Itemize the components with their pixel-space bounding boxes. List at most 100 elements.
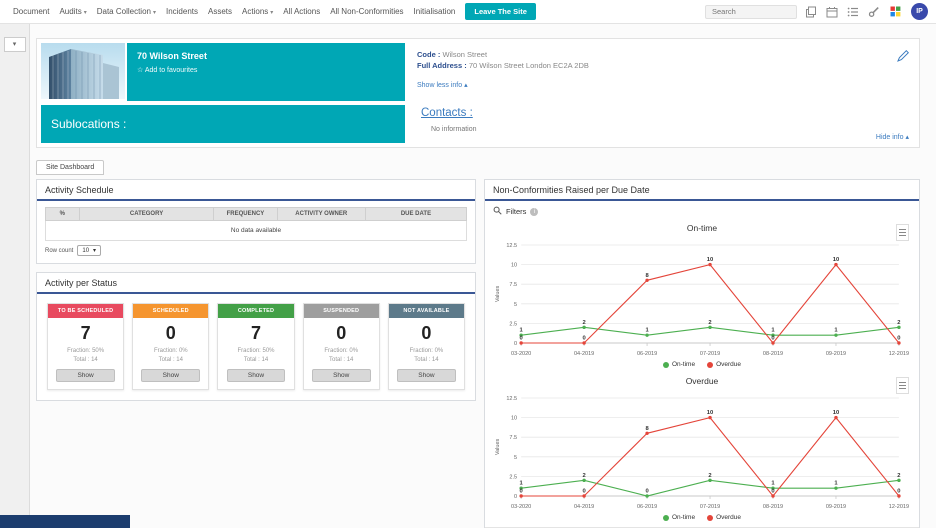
nav-item-data-collection[interactable]: Data Collection▾ (92, 7, 161, 16)
status-count: 7 (48, 323, 123, 344)
contacts-link[interactable]: Contacts : (421, 107, 473, 119)
site-header-row2: Sublocations : Contacts : No information… (41, 105, 915, 143)
nav-item-all-non-conformities[interactable]: All Non-Conformities (325, 7, 408, 16)
search-input[interactable] (705, 5, 797, 19)
documents-icon[interactable] (804, 5, 818, 19)
table-footer: Row count 10 ▾ (37, 245, 475, 263)
status-card-header: SUSPENDED (304, 304, 379, 318)
show-button[interactable]: Show (141, 369, 200, 382)
address-value: 70 Wilson Street London EC2A 2DB (469, 61, 589, 70)
svg-text:10: 10 (511, 416, 517, 422)
svg-text:08-2019: 08-2019 (763, 351, 783, 357)
apps-icon[interactable] (888, 5, 902, 19)
status-card-header: COMPLETED (218, 304, 293, 318)
status-meta: Fraction: 0%Total : 14 (133, 347, 208, 364)
site-title: 70 Wilson Street (137, 51, 395, 61)
chart-context-menu-icon[interactable] (896, 224, 909, 241)
svg-text:0: 0 (520, 336, 523, 342)
show-less-info-link[interactable]: Show less info ▴ (417, 81, 468, 89)
column-header-category[interactable]: CATEGORY (79, 208, 214, 221)
show-button[interactable]: Show (56, 369, 115, 382)
nav-item-incidents[interactable]: Incidents (161, 7, 203, 16)
status-card-header: SCHEDULED (133, 304, 208, 318)
column-header--[interactable]: % (46, 208, 80, 221)
chevron-down-icon: ▾ (93, 247, 96, 254)
svg-text:2.5: 2.5 (509, 321, 517, 327)
add-to-favourites[interactable]: ☆ Add to favourites (137, 66, 395, 74)
contacts-empty-text: No information (431, 126, 477, 133)
site-header-row: 70 Wilson Street ☆ Add to favourites Cod… (41, 43, 915, 101)
nav-item-all-actions[interactable]: All Actions (278, 7, 325, 16)
svg-text:7.5: 7.5 (509, 435, 517, 441)
svg-text:1: 1 (771, 328, 775, 334)
row-count-label: Row count (45, 248, 73, 254)
show-button[interactable]: Show (397, 369, 456, 382)
chart-context-menu-icon[interactable] (896, 377, 909, 394)
show-button[interactable]: Show (312, 369, 371, 382)
svg-text:04-2019: 04-2019 (574, 504, 594, 510)
svg-text:0: 0 (645, 489, 648, 495)
status-cards: TO BE SCHEDULED 7 Fraction: 50%Total : 14 S… (37, 294, 475, 400)
nav-item-actions[interactable]: Actions▾ (237, 7, 278, 16)
tools-icon[interactable] (867, 5, 881, 19)
svg-text:0: 0 (582, 336, 585, 342)
user-avatar[interactable]: IP (911, 3, 928, 20)
column-header-due-date[interactable]: DUE DATE (365, 208, 466, 221)
svg-text:04-2019: 04-2019 (574, 351, 594, 357)
column-header-activity-owner[interactable]: ACTIVITY OWNER (277, 208, 365, 221)
status-count: 7 (218, 323, 293, 344)
site-title-banner: 70 Wilson Street ☆ Add to favourites (127, 43, 405, 101)
legend-item-on-time[interactable]: On-time (663, 514, 695, 521)
svg-text:09-2019: 09-2019 (826, 504, 846, 510)
svg-text:10: 10 (707, 257, 713, 263)
edit-icon[interactable] (897, 49, 909, 67)
show-button[interactable]: Show (227, 369, 286, 382)
tab-site-dashboard[interactable]: Site Dashboard (36, 160, 104, 175)
leave-site-button[interactable]: Leave The Site (465, 3, 536, 20)
svg-text:2: 2 (897, 473, 900, 479)
svg-text:12.5: 12.5 (506, 243, 517, 249)
status-meta: Fraction: 50%Total : 14 (48, 347, 123, 364)
app-window: DocumentAudits▾Data Collection▾Incidents… (0, 0, 936, 528)
rail-collapse-toggle[interactable]: ▾ (4, 37, 26, 52)
list-icon[interactable] (846, 5, 860, 19)
status-count: 0 (133, 323, 208, 344)
svg-text:7.5: 7.5 (509, 282, 517, 288)
legend-item-on-time[interactable]: On-time (663, 361, 695, 368)
nav-item-initialisation[interactable]: Initialisation (409, 7, 461, 16)
info-icon[interactable]: i (530, 208, 538, 216)
legend-item-overdue[interactable]: Overdue (707, 514, 741, 521)
activity-status-panel: Activity per Status TO BE SCHEDULED 7 Frac… (36, 272, 476, 401)
status-card-header: TO BE SCHEDULED (48, 304, 123, 318)
svg-text:2: 2 (897, 320, 900, 326)
bottom-bar (0, 515, 130, 528)
left-rail: ▾ (0, 24, 30, 528)
chart-legend: On-time Overdue (491, 360, 913, 372)
filters-row: Filters i (485, 201, 919, 219)
chevron-down-icon: ▾ (270, 10, 273, 16)
row-count-select[interactable]: 10 ▾ (77, 245, 101, 256)
svg-text:12-2019: 12-2019 (889, 351, 909, 357)
tab-strip: Site Dashboard (36, 156, 920, 175)
filters-label[interactable]: Filters (506, 207, 526, 216)
search-icon[interactable] (493, 206, 502, 217)
site-address-line: Full Address : 70 Wilson Street London E… (417, 61, 905, 70)
activity-status-title: Activity per Status (37, 273, 475, 294)
status-card-not-available: NOT AVAILABLE0Fraction: 0%Total : 14Show (388, 303, 465, 390)
nav-item-audits[interactable]: Audits▾ (54, 7, 91, 16)
nav-item-document[interactable]: Document (8, 7, 54, 16)
column-header-frequency[interactable]: FREQUENCY (214, 208, 277, 221)
top-nav-items: DocumentAudits▾Data Collection▾Incidents… (8, 7, 460, 16)
legend-item-overdue[interactable]: Overdue (707, 361, 741, 368)
nav-item-assets[interactable]: Assets (203, 7, 237, 16)
status-card-completed: COMPLETED7Fraction: 50%Total : 14Show (217, 303, 294, 390)
svg-text:1: 1 (645, 328, 649, 334)
svg-text:1: 1 (834, 481, 838, 487)
non-conformities-title: Non-Conformities Raised per Due Date (485, 180, 919, 201)
calendar-icon[interactable] (825, 5, 839, 19)
svg-text:10: 10 (707, 410, 713, 416)
svg-text:1: 1 (771, 481, 775, 487)
address-label: Full Address : (417, 61, 467, 70)
svg-text:1: 1 (834, 328, 838, 334)
hide-info-link[interactable]: Hide info ▴ (876, 133, 909, 141)
